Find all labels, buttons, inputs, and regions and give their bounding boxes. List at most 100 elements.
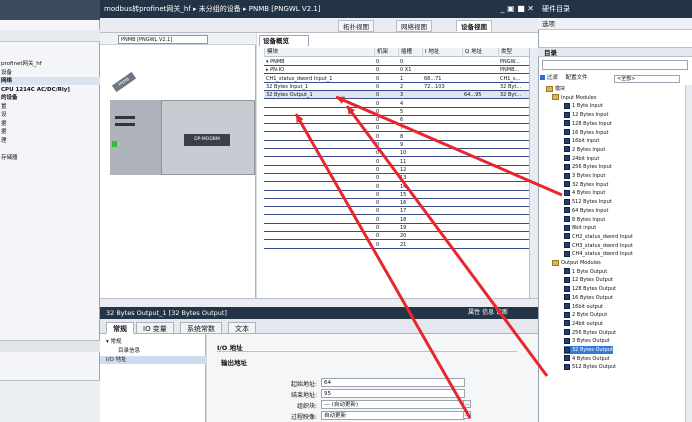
field-browse-button[interactable]: … [463,411,471,419]
tree-item[interactable]: profinet网关_hf [0,60,100,68]
col-q-address[interactable]: Q 地址 [462,48,498,57]
properties-nav-item[interactable]: 目录信息 [100,347,206,355]
catalog-item[interactable]: CH3_status_dword Input [564,242,633,250]
table-row[interactable]: 0 11 [264,158,532,166]
catalog-item[interactable]: 2 Byte Output [564,311,607,319]
catalog-folder-input[interactable]: Input Modules [552,94,596,102]
table-row[interactable]: 0 20 [264,232,532,241]
device-selector[interactable]: PNMB [PNGWL V2.1] [118,35,208,44]
catalog-item[interactable]: 16bit input [564,137,599,145]
catalog-item[interactable]: 2 Bytes Input [564,146,605,154]
table-row[interactable]: 0 17 [264,207,532,216]
table-row[interactable]: 0 16 [264,199,532,208]
catalog-item[interactable]: CH4_status_dword Input [564,250,633,258]
table-row[interactable]: 0 15 [264,191,532,199]
catalog-item[interactable]: 128 Bytes Output [564,285,616,293]
table-row[interactable]: 0 14 [264,183,532,191]
catalog-item[interactable]: 4 Bytes Input [564,189,605,197]
profile-select[interactable]: <全部> [614,75,680,83]
tree-item[interactable]: 据 [0,128,100,136]
catalog-search-input[interactable] [542,60,688,70]
catalog-item[interactable]: 4 Bytes Output [564,355,610,363]
field-value[interactable]: --- (自动更新) [321,400,465,409]
catalog-item[interactable]: 512 Bytes Output [564,363,616,371]
catalog-item[interactable]: 16bit output [564,303,603,311]
tree-item[interactable]: 存储器 [0,154,100,162]
catalog-item[interactable]: 1 Byte Output [564,268,607,276]
field-value[interactable]: 自动更新 [321,411,465,420]
catalog-item[interactable]: 16 Bytes Input [564,129,609,137]
table-row[interactable]: CH1_status_dword Input_1 0 1 68...71 CH1_s..… [264,75,532,83]
catalog-item[interactable]: 3 Bytes Output [564,337,610,345]
topology-view-tab[interactable]: 拓扑视图 [338,20,374,32]
tab-system-constants[interactable]: 系统常数 [180,322,222,334]
table-row[interactable]: 05 [264,108,532,116]
catalog-item[interactable]: 8 Bytes Input [564,216,605,224]
table-row[interactable]: 32 Bytes Input_1 0 2 72...103 32 Byt... [264,83,532,91]
properties-nav-item[interactable]: ▾ 常规 [100,338,206,346]
tree-item[interactable]: 理 [0,137,100,145]
catalog-item[interactable]: CH2_status_dword Input [564,233,633,241]
field-value[interactable]: 95 [321,389,465,398]
properties-inspector-tabs[interactable]: 属性 信息 诊断 [468,307,508,319]
overview-vscrollbar[interactable] [529,48,538,298]
tab-io-tags[interactable]: IO 变量 [136,322,174,334]
catalog-item[interactable]: 16 Bytes Output [564,294,613,302]
catalog-item[interactable]: 32 Bytes Output [564,346,613,354]
col-type[interactable]: 类型 [498,48,532,57]
catalog-item[interactable]: 32 Bytes Input [564,181,609,189]
device-hscrollbar[interactable] [100,298,257,307]
gateway-module-head[interactable] [110,100,162,175]
overview-hscrollbar[interactable] [257,298,538,307]
tree-item[interactable]: 设备 [0,69,100,77]
catalog-item[interactable]: 512 Bytes Input [564,198,612,206]
table-row[interactable]: 0 13 [264,174,532,183]
field-value[interactable]: 64 [321,378,465,387]
tab-general[interactable]: 常规 [106,322,134,334]
table-row[interactable]: 0 18 [264,216,532,224]
table-row[interactable]: ▾ PNMB 0 0 PNGW... [264,58,532,66]
filter-checkbox[interactable] [540,75,545,80]
catalog-item[interactable]: 8bit input [564,224,596,232]
catalog-vscrollbar[interactable] [685,85,692,422]
catalog-item[interactable]: 3 Bytes Input [564,172,605,180]
col-slot[interactable]: 插槽 [398,48,422,57]
table-row[interactable]: 04 [264,100,532,108]
device-view-tab[interactable]: 设备视图 [456,20,492,32]
catalog-item[interactable]: 24bit output [564,320,603,328]
tree-item[interactable]: CPU 1214C AC/DC/Rly] [0,86,100,94]
field-browse-button[interactable]: … [463,400,471,408]
device-overview-tab[interactable]: 设备概览 [259,35,309,46]
col-i-address[interactable]: I 地址 [422,48,462,57]
tree-item[interactable]: 的设备 [0,94,100,102]
catalog-section[interactable]: 目录 [538,47,692,57]
table-row[interactable]: ▸ PN-IO 0 0 X1 PNMB... [264,66,532,75]
catalog-item[interactable]: 256 Bytes Input [564,163,612,171]
network-view-tab[interactable]: 网络视图 [396,20,432,32]
catalog-item[interactable]: 12 Bytes Output [564,276,613,284]
catalog-item[interactable]: 128 Bytes Input [564,120,612,128]
table-row[interactable]: 0 21 [264,241,532,249]
col-module[interactable]: 模块 [264,48,374,57]
catalog-options[interactable]: 选项 [538,18,692,30]
tree-item[interactable]: 据 [0,120,100,128]
catalog-item[interactable]: 256 Bytes Output [564,329,616,337]
properties-nav-item[interactable]: I/O 地址 [100,356,206,364]
catalog-item[interactable]: 64 Bytes Input [564,207,609,215]
tree-item[interactable]: 设 [0,111,100,119]
table-row[interactable]: 07 [264,124,532,133]
catalog-item[interactable]: 12 Bytes Input [564,111,609,119]
col-rack[interactable]: 机架 [374,48,398,57]
catalog-item[interactable]: 1 Byte Input [564,102,603,110]
table-row[interactable]: 08 [264,133,532,141]
catalog-folder-output[interactable]: Output Modules [552,259,601,267]
table-row[interactable]: 09 [264,141,532,149]
table-row[interactable]: 0 10 [264,149,532,158]
table-row[interactable]: 0 12 [264,166,532,174]
window-controls[interactable]: _ ▣ ■ ✕ [501,0,534,18]
table-row[interactable]: 0 19 [264,224,532,232]
catalog-item[interactable]: 24bit input [564,155,599,163]
table-row[interactable]: 06 [264,116,532,125]
tree-item[interactable]: 网络 [0,77,100,85]
tree-item[interactable] [0,145,100,153]
